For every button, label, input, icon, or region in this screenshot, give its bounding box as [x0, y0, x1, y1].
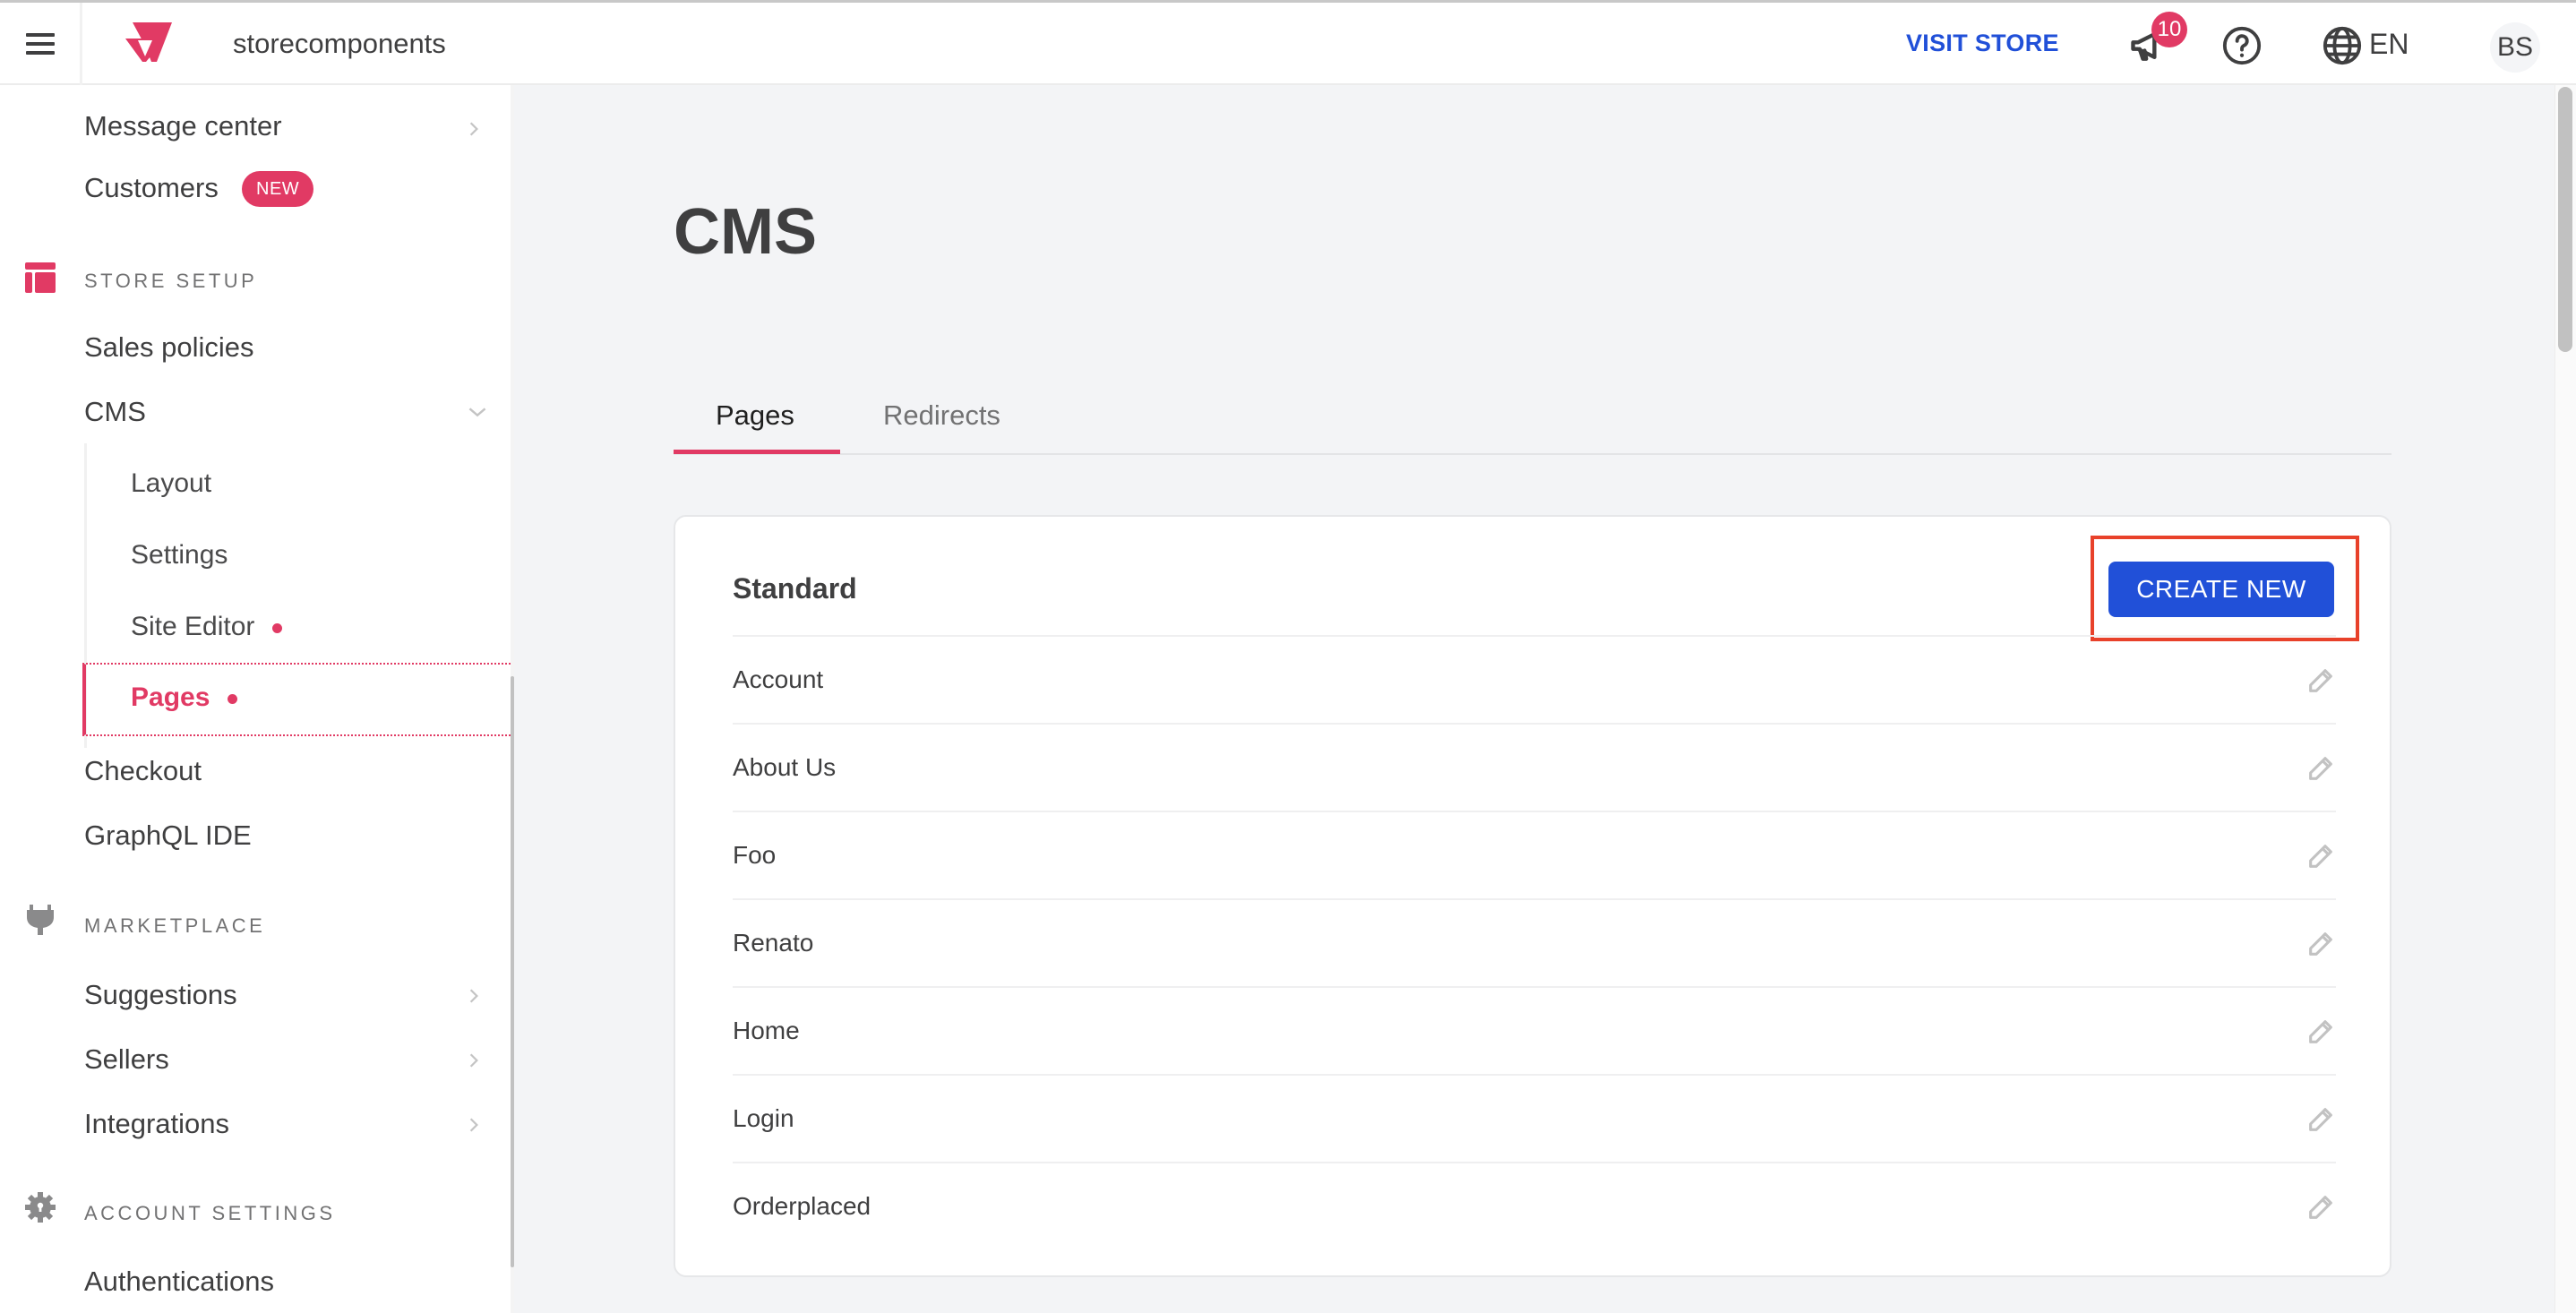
section-title-store-setup: STORE SETUP — [84, 270, 258, 292]
vtex-logo[interactable] — [125, 22, 172, 62]
sidebar-item-message-center[interactable]: Message center — [84, 110, 282, 142]
pages-label: Pages — [131, 682, 210, 712]
help-circle-icon[interactable] — [2221, 25, 2263, 66]
page-name: Foo — [733, 841, 777, 869]
layout-icon — [25, 262, 56, 293]
sidebar-item-sellers[interactable]: Sellers — [84, 1043, 169, 1076]
account-name: storecomponents — [233, 28, 446, 59]
pencil-icon[interactable] — [2306, 841, 2336, 871]
tab-redirects[interactable]: Redirects — [883, 399, 1000, 432]
list-item[interactable]: Account — [733, 635, 2336, 723]
pencil-icon[interactable] — [2306, 1104, 2336, 1135]
pencil-icon[interactable] — [2306, 753, 2336, 784]
status-dot — [228, 693, 238, 704]
tab-bar: Pages Redirects — [674, 385, 2391, 455]
sidebar: Message center Customers NEW STORE SETUP… — [0, 85, 511, 1313]
status-dot — [272, 622, 283, 633]
page-name: Orderplaced — [733, 1192, 872, 1220]
menu-button[interactable] — [0, 3, 82, 85]
list-item[interactable]: Orderplaced — [733, 1162, 2336, 1249]
page-name: Login — [733, 1104, 794, 1132]
gear-lock-icon — [25, 1192, 56, 1223]
list-item[interactable]: Home — [733, 986, 2336, 1074]
chevron-right-icon[interactable] — [466, 1117, 482, 1133]
pages-list: Account About Us Foo Renato Home Login O… — [733, 635, 2336, 1249]
pencil-icon[interactable] — [2306, 1017, 2336, 1047]
page-title: CMS — [674, 196, 817, 268]
card-title: Standard — [733, 572, 857, 605]
sidebar-subitem-pages[interactable]: Pages — [82, 663, 511, 736]
hamburger-menu-icon — [25, 28, 55, 60]
sidebar-item-checkout[interactable]: Checkout — [84, 755, 202, 787]
site-editor-label: Site Editor — [131, 612, 255, 641]
sidebar-item-suggestions[interactable]: Suggestions — [84, 979, 237, 1011]
tab-pages[interactable]: Pages — [716, 399, 794, 432]
chevron-right-icon[interactable] — [466, 121, 482, 137]
section-title-marketplace: MARKETPLACE — [84, 914, 266, 937]
plug-icon — [27, 905, 54, 935]
visit-store-link[interactable]: VISIT STORE — [1906, 30, 2059, 57]
sidebar-subitem-site-editor[interactable]: Site Editor — [131, 612, 283, 642]
sidebar-item-sales-policies[interactable]: Sales policies — [84, 331, 254, 364]
sidebar-item-customers[interactable]: Customers — [84, 172, 219, 204]
chevron-down-icon[interactable] — [468, 404, 487, 420]
list-item[interactable]: Login — [733, 1074, 2336, 1162]
sidebar-item-graphql-ide[interactable]: GraphQL IDE — [84, 820, 252, 852]
sidebar-subitem-layout[interactable]: Layout — [131, 468, 211, 499]
notification-count-badge: 10 — [2151, 12, 2187, 47]
avatar[interactable]: BS — [2490, 22, 2540, 73]
main-scrollbar-thumb[interactable] — [2558, 87, 2572, 352]
pencil-icon[interactable] — [2306, 665, 2336, 696]
globe-icon[interactable] — [2322, 25, 2363, 66]
pencil-icon[interactable] — [2306, 1192, 2336, 1223]
page-name: Home — [733, 1017, 800, 1044]
new-badge: NEW — [242, 171, 314, 207]
sidebar-subitem-settings[interactable]: Settings — [131, 540, 228, 571]
list-item[interactable]: Renato — [733, 898, 2336, 986]
language-selector[interactable]: EN — [2369, 28, 2409, 61]
chevron-right-icon[interactable] — [466, 1052, 482, 1068]
chevron-right-icon[interactable] — [466, 988, 482, 1004]
top-bar: storecomponents VISIT STORE 10 EN BS — [0, 0, 2576, 85]
page-name: About Us — [733, 753, 837, 781]
page-name: Account — [733, 665, 824, 693]
standard-pages-card: Standard CREATE NEW Account About Us Foo… — [674, 515, 2391, 1277]
list-item[interactable]: Foo — [733, 811, 2336, 898]
sidebar-item-authentications[interactable]: Authentications — [84, 1266, 274, 1298]
create-new-button[interactable]: CREATE NEW — [2108, 562, 2334, 617]
page-name: Renato — [733, 929, 814, 957]
sidebar-item-integrations[interactable]: Integrations — [84, 1108, 229, 1140]
pencil-icon[interactable] — [2306, 929, 2336, 959]
sidebar-item-cms[interactable]: CMS — [84, 396, 146, 428]
active-tab-indicator — [674, 450, 840, 454]
list-item[interactable]: About Us — [733, 723, 2336, 811]
pages-item: Pages — [131, 682, 238, 713]
section-title-account-settings: ACCOUNT SETTINGS — [84, 1202, 336, 1224]
